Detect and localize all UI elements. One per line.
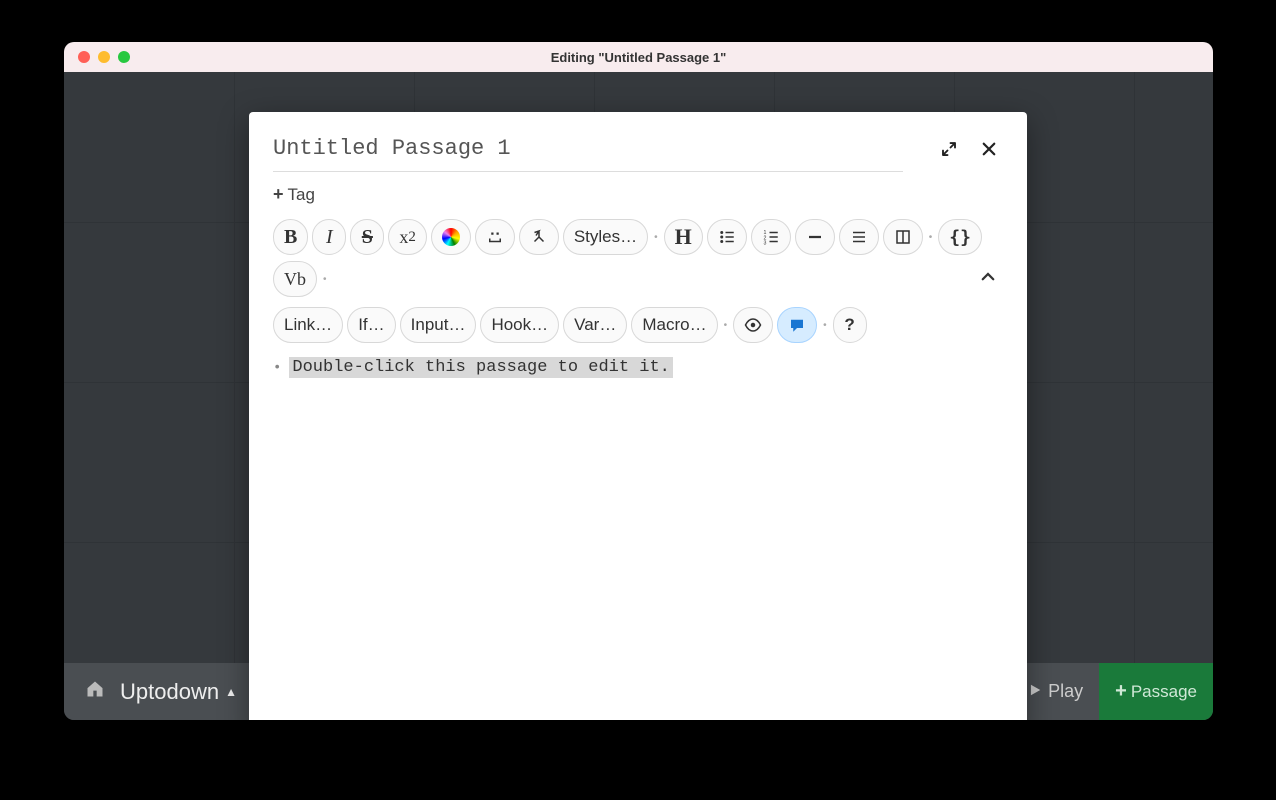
app-body: Uptodown ▲ Play + Passage bbox=[64, 72, 1213, 720]
superscript-button[interactable]: x2 bbox=[388, 219, 427, 255]
help-button[interactable]: ? bbox=[833, 307, 867, 343]
story-name-label: Uptodown bbox=[120, 679, 219, 705]
add-passage-label: Passage bbox=[1131, 682, 1197, 702]
app-window: Editing "Untitled Passage 1" Uptodown ▲ … bbox=[64, 42, 1213, 720]
tag-button-label: Tag bbox=[288, 185, 315, 205]
italic-button[interactable]: I bbox=[312, 219, 346, 255]
editor-textarea[interactable]: • Double-click this passage to edit it. bbox=[273, 353, 1003, 720]
story-name-menu[interactable]: Uptodown ▲ bbox=[120, 679, 237, 705]
separator-dot-icon: • bbox=[652, 232, 660, 243]
editor-header bbox=[273, 132, 1003, 172]
passage-editor-panel: + Tag B I S x2 Styles… • H bbox=[249, 112, 1027, 720]
verbatim-button[interactable]: Vb bbox=[273, 261, 317, 297]
editor-line: • Double-click this passage to edit it. bbox=[273, 357, 1003, 378]
close-window-icon[interactable] bbox=[78, 51, 90, 63]
var-button[interactable]: Var… bbox=[563, 307, 627, 343]
bold-button[interactable]: B bbox=[273, 219, 308, 255]
columns-button[interactable] bbox=[883, 219, 923, 255]
text-color-button[interactable] bbox=[431, 219, 471, 255]
toolbar-row-1: B I S x2 Styles… • H 123 bbox=[273, 213, 1003, 307]
align-button[interactable] bbox=[839, 219, 879, 255]
heading-button[interactable]: H bbox=[664, 219, 703, 255]
rainbow-icon bbox=[442, 228, 460, 246]
separator-dot-icon: • bbox=[722, 320, 730, 331]
numbered-list-button[interactable]: 123 bbox=[751, 219, 791, 255]
input-button[interactable]: Input… bbox=[400, 307, 477, 343]
collapse-toolbar-icon[interactable] bbox=[973, 268, 1003, 291]
undo-style-button[interactable] bbox=[519, 219, 559, 255]
comments-button[interactable] bbox=[777, 307, 817, 343]
macro-button[interactable]: Macro… bbox=[631, 307, 717, 343]
close-icon[interactable] bbox=[975, 140, 1003, 164]
separator-dot-icon: • bbox=[927, 232, 935, 243]
play-label: Play bbox=[1048, 681, 1083, 702]
toolbar-row-2: Link… If… Input… Hook… Var… Macro… • • ? bbox=[273, 307, 1003, 353]
collapsed-whitespace-button[interactable]: {} bbox=[938, 219, 982, 255]
traffic-lights bbox=[64, 51, 130, 63]
minimize-window-icon[interactable] bbox=[98, 51, 110, 63]
menu-caret-icon: ▲ bbox=[225, 685, 237, 699]
editor-content-text: Double-click this passage to edit it. bbox=[289, 357, 672, 378]
passage-title-input[interactable] bbox=[273, 132, 903, 172]
plus-icon: + bbox=[1115, 680, 1127, 703]
proofread-view-button[interactable] bbox=[733, 307, 773, 343]
svg-text:3: 3 bbox=[763, 241, 766, 247]
tag-row: + Tag bbox=[273, 172, 1003, 213]
strikethrough-button[interactable]: S bbox=[350, 219, 384, 255]
expand-icon[interactable] bbox=[935, 140, 963, 164]
bulleted-list-button[interactable] bbox=[707, 219, 747, 255]
styles-button[interactable]: Styles… bbox=[563, 219, 648, 255]
if-button[interactable]: If… bbox=[347, 307, 395, 343]
hook-button[interactable]: Hook… bbox=[480, 307, 559, 343]
whitespace-button[interactable] bbox=[475, 219, 515, 255]
separator-dot-icon: • bbox=[321, 274, 329, 285]
home-icon[interactable] bbox=[64, 679, 120, 705]
separator-dot-icon: • bbox=[821, 320, 829, 331]
window-title: Editing "Untitled Passage 1" bbox=[64, 50, 1213, 65]
plus-icon: + bbox=[273, 184, 284, 205]
play-icon bbox=[1028, 681, 1042, 702]
zoom-window-icon[interactable] bbox=[118, 51, 130, 63]
add-passage-button[interactable]: + Passage bbox=[1099, 663, 1213, 720]
link-button[interactable]: Link… bbox=[273, 307, 343, 343]
bullet-icon: • bbox=[273, 357, 281, 376]
horizontal-rule-button[interactable] bbox=[795, 219, 835, 255]
add-tag-button[interactable]: + Tag bbox=[273, 184, 315, 205]
titlebar: Editing "Untitled Passage 1" bbox=[64, 42, 1213, 72]
